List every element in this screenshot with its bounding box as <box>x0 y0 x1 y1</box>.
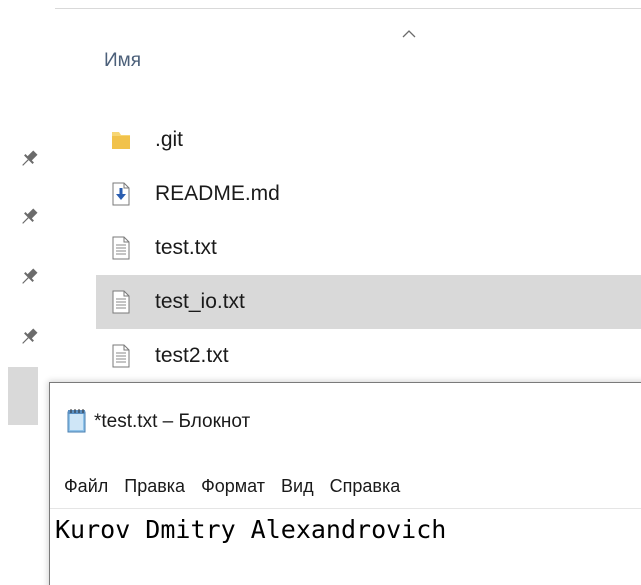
pin-icon[interactable] <box>18 148 40 170</box>
header-divider <box>55 8 641 9</box>
download-file-icon <box>112 182 130 206</box>
menu-format[interactable]: Формат <box>199 476 271 497</box>
file-list: .git README.md test.txt test_io.txt test… <box>96 113 641 383</box>
file-row-test-io[interactable]: test_io.txt <box>96 275 641 329</box>
menu-divider <box>50 508 641 509</box>
menu-edit[interactable]: Правка <box>122 476 191 497</box>
notepad-icon <box>67 409 86 433</box>
pin-icon[interactable] <box>18 266 40 288</box>
text-file-icon <box>112 290 130 314</box>
pin-icon[interactable] <box>18 206 40 228</box>
chevron-up-icon[interactable] <box>402 29 416 39</box>
text-editor-content[interactable]: Kurov Dmitry Alexandrovich <box>55 515 446 544</box>
text-file-icon <box>112 236 130 260</box>
file-row-git[interactable]: .git <box>96 113 641 167</box>
file-row-test2[interactable]: test2.txt <box>96 329 641 383</box>
screen: Имя .git README.md test.txt test_io.txt … <box>0 0 641 585</box>
text-file-icon <box>112 344 130 368</box>
pin-icon[interactable] <box>18 326 40 348</box>
file-name: test2.txt <box>155 344 229 367</box>
file-name: .git <box>155 128 184 151</box>
file-name: test.txt <box>155 236 217 259</box>
file-name: test_io.txt <box>155 290 245 313</box>
file-name: README.md <box>155 182 280 205</box>
column-header-name[interactable]: Имя <box>104 50 141 72</box>
menu-view[interactable]: Вид <box>279 476 320 497</box>
menu-file[interactable]: Файл <box>62 476 114 497</box>
notepad-titlebar[interactable]: *test.txt – Блокнот <box>50 383 641 463</box>
window-title: *test.txt – Блокнот <box>94 411 251 432</box>
nav-pane-selection[interactable] <box>8 367 38 425</box>
menu-help[interactable]: Справка <box>328 476 407 497</box>
file-row-readme[interactable]: README.md <box>96 167 641 221</box>
file-row-test[interactable]: test.txt <box>96 221 641 275</box>
notepad-window[interactable]: *test.txt – Блокнот Файл Правка Формат В… <box>49 382 641 585</box>
folder-icon <box>112 132 130 149</box>
menu-bar: Файл Правка Формат Вид Справка <box>62 476 414 497</box>
